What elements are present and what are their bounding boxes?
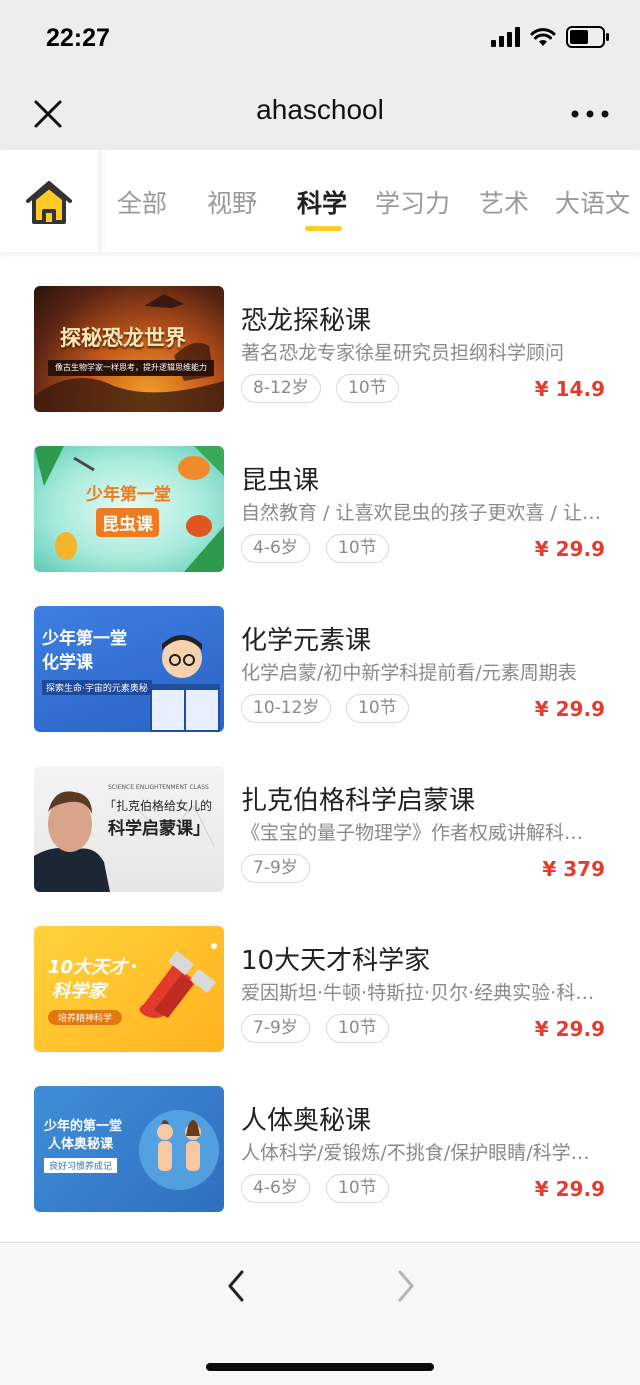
- thumbnail-title: 探秘恐龙世界: [60, 326, 186, 350]
- course-title: 扎克伯格科学启蒙课: [241, 786, 476, 816]
- age-tag: 10-12岁: [241, 694, 332, 723]
- course-description: 《宝宝的量子物理学》作者权威讲解科学启蒙: [241, 822, 601, 844]
- tab-science[interactable]: 科学: [297, 184, 347, 220]
- course-description: 著名恐龙专家徐星研究员担纲科学顾问: [241, 342, 565, 364]
- active-tab-indicator: [305, 226, 342, 231]
- course-thumbnail: 探秘恐龙世界 像古生物学家一样思考，提升逻辑思维能力: [34, 286, 224, 412]
- age-tag: 8-12岁: [241, 374, 321, 403]
- lesson-count-tag: 10节: [326, 534, 389, 563]
- thumbnail-subtitle: 科学启蒙课」: [108, 819, 210, 839]
- course-title: 恐龙探秘课: [241, 306, 372, 336]
- course-title: 10大天才科学家: [241, 946, 431, 976]
- lesson-count-tag: 10节: [326, 1174, 389, 1203]
- thumbnail-subtitle: 人体奥秘课: [48, 1137, 114, 1152]
- page-title: ahaschool: [256, 94, 384, 125]
- course-title: 昆虫课: [241, 466, 320, 496]
- course-title: 人体奥秘课: [241, 1106, 372, 1136]
- lesson-count-tag: 10节: [346, 694, 409, 723]
- age-tag: 7-9岁: [241, 1014, 310, 1043]
- course-item[interactable]: 少年第一堂 昆虫课 昆虫课 自然教育 / 让喜欢昆虫的孩子更欢喜 / 让害怕昆虫…: [0, 414, 640, 574]
- course-price: ¥ 14.9: [534, 377, 605, 401]
- course-price: ¥ 29.9: [534, 697, 605, 721]
- thumbnail-subtitle: 化学课: [42, 653, 93, 673]
- forward-arrow-icon[interactable]: [390, 1269, 420, 1303]
- thumbnail-title: 「扎克伯格给女儿的: [104, 799, 213, 813]
- back-arrow-icon[interactable]: [222, 1269, 252, 1303]
- thumbnail-title: 少年第一堂: [86, 485, 171, 505]
- home-tab[interactable]: [0, 150, 98, 252]
- course-price: ¥ 29.9: [534, 1177, 605, 1201]
- course-thumbnail: SCIENCE ENLIGHTENMENT CLASS 「扎克伯格给女儿的 科学…: [34, 766, 224, 892]
- browser-bottom-bar: [0, 1242, 640, 1385]
- battery-icon: [566, 26, 609, 48]
- thumbnail-title: 少年的第一堂: [44, 1119, 123, 1134]
- tab-learning[interactable]: 学习力: [375, 184, 450, 220]
- thumbnail-header: SCIENCE ENLIGHTENMENT CLASS: [108, 784, 209, 791]
- tab-vision[interactable]: 视野: [207, 184, 257, 220]
- more-icon[interactable]: [570, 96, 610, 132]
- age-tag: 4-6岁: [241, 1174, 310, 1203]
- course-description: 化学启蒙/初中新学科提前看/元素周期表: [241, 662, 577, 684]
- tab-art[interactable]: 艺术: [479, 184, 529, 220]
- course-price: ¥ 29.9: [534, 1017, 605, 1041]
- thumbnail-title: 10大天才: [48, 957, 128, 978]
- course-item[interactable]: 10大天才 科学家 培养精神科学 10大天才科学家 爱因斯坦·牛顿·特斯拉·贝尔…: [0, 894, 640, 1054]
- thumbnail-subtitle: 昆虫课: [96, 508, 159, 537]
- course-item[interactable]: 探秘恐龙世界 像古生物学家一样思考，提升逻辑思维能力 恐龙探秘课 著名恐龙专家徐…: [0, 254, 640, 414]
- status-time: 22:27: [46, 24, 110, 52]
- age-tag: 7-9岁: [241, 854, 310, 883]
- status-bar: 22:27: [0, 0, 640, 78]
- course-description: 爱因斯坦·牛顿·特斯拉·贝尔·经典实验·科学精神: [241, 982, 601, 1004]
- thumbnail-subtitle: 像古生物学家一样思考，提升逻辑思维能力: [48, 360, 214, 376]
- age-tag: 4-6岁: [241, 534, 310, 563]
- course-description: 自然教育 / 让喜欢昆虫的孩子更欢喜 / 让害怕昆虫的孩子不再害怕: [241, 502, 601, 524]
- course-thumbnail: 少年第一堂 化学课 探索生命·宇宙的元素奥秘: [34, 606, 224, 732]
- signal-icon: [491, 27, 520, 47]
- nav-bar: ahaschool: [0, 78, 640, 150]
- course-price: ¥ 29.9: [534, 537, 605, 561]
- thumbnail-title: 少年第一堂: [42, 629, 127, 649]
- course-thumbnail: 10大天才 科学家 培养精神科学: [34, 926, 224, 1052]
- lesson-count-tag: 10节: [336, 374, 399, 403]
- tab-chinese[interactable]: 大语文: [555, 184, 630, 220]
- wifi-icon: [530, 28, 556, 46]
- thumbnail-note: 良好习惯养成记: [44, 1158, 118, 1173]
- thumbnail-subtitle: 科学家: [52, 981, 106, 1002]
- course-title: 化学元素课: [241, 626, 372, 656]
- course-price: ¥ 379: [542, 857, 605, 881]
- thumbnail-note: 探索生命·宇宙的元素奥秘: [42, 680, 152, 695]
- thumbnail-note: 培养精神科学: [48, 1010, 123, 1025]
- course-item[interactable]: SCIENCE ENLIGHTENMENT CLASS 「扎克伯格给女儿的 科学…: [0, 734, 640, 894]
- category-tabs: 全部 视野 科学 学习力 艺术 大语文: [0, 150, 640, 252]
- course-item[interactable]: 少年第一堂 化学课 探索生命·宇宙的元素奥秘 化学元素课 化学启蒙/初中新学科提…: [0, 574, 640, 734]
- status-icons: [491, 26, 610, 48]
- home-indicator: [206, 1363, 434, 1371]
- course-description: 人体科学/爱锻炼/不挑食/保护眼睛/科学用脑: [241, 1142, 601, 1164]
- course-thumbnail: 少年第一堂 昆虫课: [34, 446, 224, 572]
- home-icon: [26, 181, 72, 224]
- tab-all[interactable]: 全部: [117, 184, 167, 220]
- course-thumbnail: 少年的第一堂 人体奥秘课 良好习惯养成记: [34, 1086, 224, 1212]
- course-item[interactable]: 少年的第一堂 人体奥秘课 良好习惯养成记 人体奥秘课 人体科学/爱锻炼/不挑食/…: [0, 1054, 640, 1214]
- lesson-count-tag: 10节: [326, 1014, 389, 1043]
